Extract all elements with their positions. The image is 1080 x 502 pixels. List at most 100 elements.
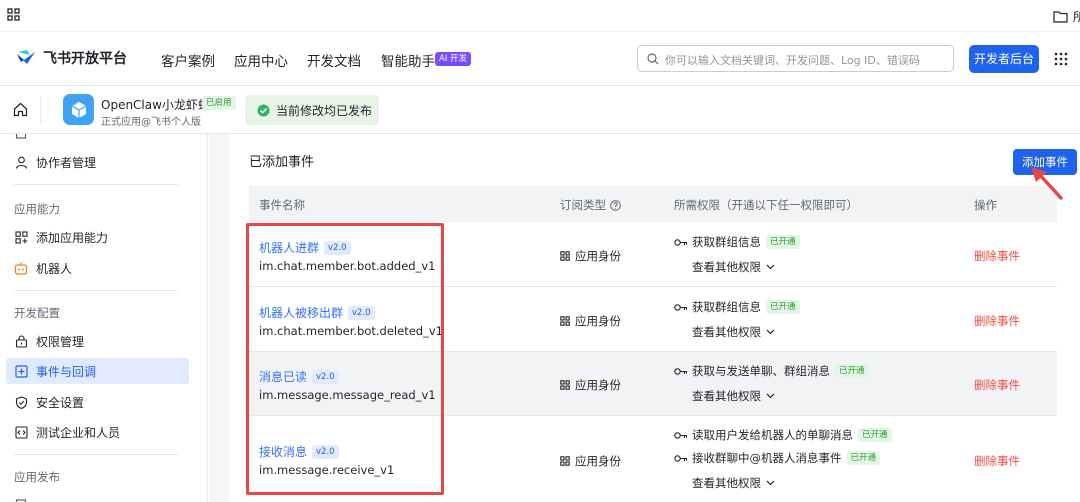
- sidebar: 协作者管理 应用能力 添加应用能力 机器人 开发配置 权限管理 事件与回调 安全…: [0, 134, 208, 502]
- home-icon[interactable]: [13, 102, 28, 117]
- sidebar-item-label: 协作者管理: [36, 155, 97, 170]
- sidebar-item-partial[interactable]: [14, 492, 190, 502]
- folder-bookmark[interactable]: 所: [1053, 8, 1080, 25]
- section-title: 已添加事件: [249, 155, 315, 170]
- opened-badge: 已开通: [766, 300, 800, 314]
- app-icon: [63, 94, 94, 125]
- chevron-down-icon: [766, 480, 775, 486]
- view-more-label: 查看其他权限: [692, 389, 761, 403]
- nav-ai-assistant[interactable]: 智能助手: [381, 50, 435, 70]
- key-icon: [674, 367, 688, 376]
- column-sub-type-label: 订阅类型: [560, 198, 606, 212]
- column-event-name: 事件名称: [259, 198, 305, 212]
- permission-item: 获取群组信息 已开通: [674, 299, 800, 315]
- annotation-arrow-icon: [1025, 164, 1069, 204]
- app-grid-icon: [560, 456, 570, 466]
- brand-logo[interactable]: 飞书开放平台: [15, 48, 127, 68]
- column-sub-type: 订阅类型: [560, 197, 621, 213]
- sidebar-item-test-org[interactable]: 测试企业和人员: [14, 419, 190, 445]
- nav-docs[interactable]: 开发文档: [307, 50, 361, 70]
- nav-cases[interactable]: 客户案例: [161, 50, 215, 70]
- view-more-label: 查看其他权限: [692, 260, 761, 274]
- dev-console-button[interactable]: 开发者后台: [969, 45, 1039, 73]
- apps-grid-icon[interactable]: [7, 8, 20, 21]
- permission-label: 获取与发送单聊、群组消息: [692, 364, 830, 378]
- opened-badge: 已开通: [846, 451, 881, 465]
- key-icon: [674, 454, 688, 463]
- permission-item: 读取用户发给机器人的单聊消息 已开通: [674, 427, 892, 443]
- sub-type: 应用身份: [560, 248, 621, 264]
- chevron-down-icon: [766, 329, 775, 335]
- app-grid-icon: [560, 316, 570, 326]
- nav-app-center[interactable]: 应用中心: [234, 50, 288, 70]
- doc-icon: [14, 134, 28, 140]
- permission-item: 接收群聊中@机器人消息事件 已开通: [674, 450, 881, 466]
- sidebar-item-label: 权限管理: [36, 334, 85, 349]
- sub-type-label: 应用身份: [575, 314, 621, 328]
- grid-add-icon: [14, 230, 28, 244]
- help-icon[interactable]: [610, 199, 621, 211]
- divider: [14, 290, 178, 291]
- app-grid-icon: [560, 251, 570, 261]
- permission-label: 读取用户发给机器人的单聊消息: [692, 428, 853, 442]
- lock-icon: [14, 334, 28, 348]
- sidebar-item-label: 事件与回调: [36, 364, 97, 379]
- divider: [40, 96, 41, 124]
- sub-type: 应用身份: [560, 313, 621, 329]
- app-subtitle: 正式应用@飞书个人版: [101, 117, 201, 128]
- header: 飞书开放平台 客户案例 应用中心 开发文档 智能助手 AI 开发 你可以输入文档…: [0, 32, 1080, 86]
- sidebar-item-add-capability[interactable]: 添加应用能力: [14, 224, 190, 250]
- delete-event-button[interactable]: 删除事件: [974, 313, 1020, 329]
- user-icon: [14, 155, 28, 169]
- sub-type-label: 应用身份: [575, 454, 621, 468]
- more-grid-icon[interactable]: [1054, 52, 1068, 66]
- chevron-down-icon: [766, 393, 775, 399]
- sidebar-item-permissions[interactable]: 权限管理: [14, 328, 190, 354]
- check-circle-icon: [257, 104, 270, 117]
- event-icon: [14, 364, 28, 378]
- app-name[interactable]: OpenClaw小龙虾虾: [101, 96, 210, 113]
- delete-event-button[interactable]: 删除事件: [974, 453, 1020, 469]
- sidebar-item-robot[interactable]: 机器人: [14, 255, 190, 281]
- app-bar: OpenClaw小龙虾虾 已启用 正式应用@飞书个人版 当前修改均已发布: [0, 86, 1080, 134]
- robot-icon: [14, 261, 28, 275]
- section-app-release: 应用发布: [14, 470, 60, 484]
- sidebar-item-security[interactable]: 安全设置: [14, 389, 190, 415]
- brand-title: 飞书开放平台: [43, 51, 127, 67]
- key-icon: [674, 303, 688, 312]
- column-actions: 操作: [974, 198, 997, 212]
- sub-type-label: 应用身份: [575, 249, 621, 263]
- highlight-box: [246, 223, 444, 495]
- sidebar-item-partial[interactable]: [14, 134, 190, 146]
- sub-type: 应用身份: [560, 377, 621, 393]
- permission-label: 获取群组信息: [692, 300, 761, 314]
- permission-item: 获取群组信息 已开通: [674, 234, 800, 250]
- view-more-permissions[interactable]: 查看其他权限: [692, 324, 775, 340]
- delete-event-button[interactable]: 删除事件: [974, 248, 1020, 264]
- sidebar-item-label: 安全设置: [36, 395, 85, 410]
- opened-badge: 已开通: [858, 428, 892, 442]
- column-permissions: 所需权限（开通以下任一权限即可）: [674, 198, 858, 212]
- permission-item: 获取与发送单聊、群组消息 已开通: [674, 363, 869, 379]
- sidebar-item-label: 机器人: [36, 261, 73, 276]
- view-more-permissions[interactable]: 查看其他权限: [692, 388, 775, 404]
- sidebar-item-collaborators[interactable]: 协作者管理: [14, 149, 190, 175]
- chevron-down-icon: [766, 264, 775, 270]
- view-more-permissions[interactable]: 查看其他权限: [692, 259, 775, 275]
- ai-badge: AI 开发: [435, 52, 472, 66]
- view-more-label: 查看其他权限: [692, 325, 761, 339]
- sidebar-item-events[interactable]: 事件与回调: [6, 358, 189, 384]
- section-dev-config: 开发配置: [14, 306, 60, 320]
- view-more-permissions[interactable]: 查看其他权限: [692, 475, 775, 491]
- publish-notice-text: 当前修改均已发布: [276, 103, 373, 118]
- top-strip: 所: [0, 0, 1080, 32]
- view-more-label: 查看其他权限: [692, 476, 761, 490]
- app-grid-icon: [560, 380, 570, 390]
- doc-icon: [14, 498, 28, 502]
- delete-event-button[interactable]: 删除事件: [974, 377, 1020, 393]
- permission-label: 获取群组信息: [692, 235, 761, 249]
- key-icon: [674, 431, 688, 440]
- search-input[interactable]: 你可以输入文档关键词、开发问题、Log ID、错误码: [637, 45, 954, 72]
- feishu-logo-icon: [15, 48, 37, 68]
- divider: [14, 454, 178, 455]
